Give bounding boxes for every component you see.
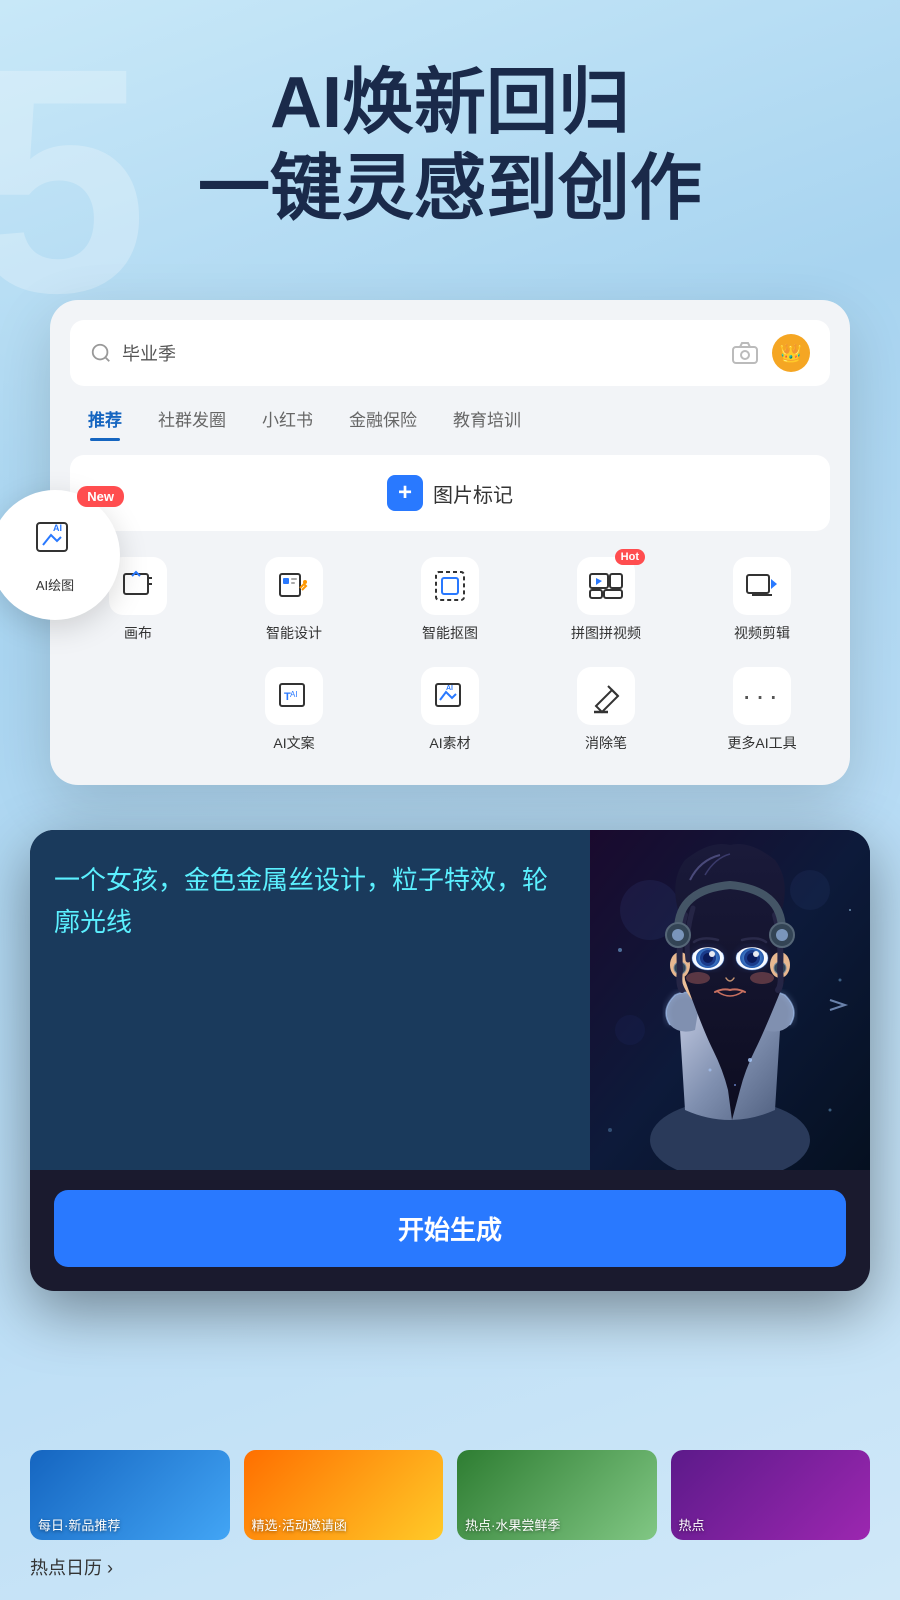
tool-collage-video-label: 拼图拼视频 xyxy=(571,623,641,643)
canvas-icon xyxy=(120,568,156,604)
search-left: 毕业季 xyxy=(90,340,176,366)
image-marker-button[interactable]: + 图片标记 xyxy=(70,455,830,531)
collage-video-icon-box: Hot xyxy=(577,557,635,615)
thumb-new-product[interactable]: 每日·新品推荐 xyxy=(30,1450,230,1540)
tool-smart-cutout-label: 智能抠图 xyxy=(422,623,478,643)
ai-material-icon: AI xyxy=(432,678,468,714)
bottom-thumbnails: 每日·新品推荐 精选·活动邀请函 热点·水果尝鲜季 热点 热点日历 › xyxy=(0,1450,900,1580)
thumb-fruit[interactable]: 热点·水果尝鲜季 xyxy=(457,1450,657,1540)
tool-ai-copywriting-label: AI文案 xyxy=(273,733,314,753)
svg-text:AI: AI xyxy=(446,685,453,692)
tool-ai-material[interactable]: AI AI素材 xyxy=(372,655,528,765)
smart-cutout-icon-box xyxy=(421,557,479,615)
more-ai-icon-box: ··· xyxy=(733,667,791,725)
tool-smart-design-label: 智能设计 xyxy=(266,623,322,643)
tool-ai-material-label: AI素材 xyxy=(429,733,470,753)
tool-smart-design[interactable]: 智能设计 xyxy=(216,545,372,655)
search-icon xyxy=(90,342,112,364)
tool-eraser-label: 消除笔 xyxy=(585,733,627,753)
search-right: 👑 xyxy=(732,334,810,372)
tool-eraser[interactable]: 消除笔 xyxy=(528,655,684,765)
tool-more-ai-label: 更多AI工具 xyxy=(727,733,796,753)
thumb-new-product-label: 每日·新品推荐 xyxy=(38,1515,120,1534)
tools-grid: 画布 智能设计 xyxy=(50,545,850,765)
ai-gen-top: 一个女孩，金色金属丝设计，粒子特效，轮廓光线 xyxy=(30,830,870,1170)
generate-button[interactable]: 开始生成 xyxy=(54,1190,846,1267)
camera-icon[interactable] xyxy=(732,342,758,364)
tool-video-edit-label: 视频剪辑 xyxy=(734,623,790,643)
thumb-hot[interactable]: 热点 xyxy=(671,1450,871,1540)
plus-icon: + xyxy=(387,475,423,511)
tool-canvas-label: 画布 xyxy=(124,623,152,643)
tool-ai-copywriting[interactable]: T AI AI文案 xyxy=(216,655,372,765)
tool-smart-cutout[interactable]: 智能抠图 xyxy=(372,545,528,655)
smart-cutout-icon xyxy=(432,568,468,604)
ai-gen-prompt: 一个女孩，金色金属丝设计，粒子特效，轮廓光线 xyxy=(54,860,566,943)
search-bar[interactable]: 毕业季 👑 xyxy=(70,320,830,386)
search-placeholder: 毕业季 xyxy=(122,340,176,366)
tab-finance[interactable]: 金融保险 xyxy=(331,400,435,441)
tab-xiaohongshu[interactable]: 小红书 xyxy=(244,400,331,441)
hot-date-link[interactable]: 热点日历 › xyxy=(30,1554,870,1580)
image-marker-label: 图片标记 xyxy=(433,479,513,508)
ai-gen-bottom: 开始生成 xyxy=(30,1170,870,1291)
tool-collage-video[interactable]: Hot 拼图拼视频 xyxy=(528,545,684,655)
anime-girl-svg xyxy=(590,830,870,1170)
ai-gen-text-area: 一个女孩，金色金属丝设计，粒子特效，轮廓光线 xyxy=(30,830,590,1170)
hero-title-line1: AI焕新回归 xyxy=(270,63,630,143)
ai-drawing-label: AI绘图 xyxy=(36,575,74,594)
thumb-hot-label: 热点 xyxy=(679,1515,705,1534)
thumb-row: 每日·新品推荐 精选·活动邀请函 热点·水果尝鲜季 热点 xyxy=(30,1450,870,1540)
tool-video-edit[interactable]: 视频剪辑 xyxy=(684,545,840,655)
svg-text:AI: AI xyxy=(53,523,62,533)
smart-design-icon xyxy=(276,568,312,604)
ai-copywriting-icon-box: T AI xyxy=(265,667,323,725)
ai-gen-card: 一个女孩，金色金属丝设计，粒子特效，轮廓光线 xyxy=(30,830,870,1291)
tab-bar: 推荐 社群发圈 小红书 金融保险 教育培训 xyxy=(50,386,850,441)
ai-copywriting-icon: T AI xyxy=(276,678,312,714)
eraser-icon-box xyxy=(577,667,635,725)
app-card: 毕业季 👑 推荐 社群发圈 小红书 金融保险 教育培训 + 图片标记 xyxy=(50,300,850,785)
svg-text:AI: AI xyxy=(290,690,298,699)
tab-recommend[interactable]: 推荐 xyxy=(70,400,140,441)
tab-education[interactable]: 教育培训 xyxy=(435,400,539,441)
hero-section: AI焕新回归 一键灵感到创作 xyxy=(0,60,900,233)
smart-design-icon-box xyxy=(265,557,323,615)
collage-video-icon xyxy=(588,568,624,604)
tool-more-ai[interactable]: ··· 更多AI工具 xyxy=(684,655,840,765)
eraser-icon xyxy=(588,678,624,714)
ai-drawing-icon: AI xyxy=(33,517,77,571)
video-edit-icon-box xyxy=(733,557,791,615)
video-edit-icon xyxy=(744,568,780,604)
thumb-invite-label: 精选·活动邀请函 xyxy=(252,1515,347,1534)
hero-title-line2: 一键灵感到创作 xyxy=(198,149,702,229)
ai-material-icon-box: AI xyxy=(421,667,479,725)
thumb-invite[interactable]: 精选·活动邀请函 xyxy=(244,1450,444,1540)
crown-icon[interactable]: 👑 xyxy=(772,334,810,372)
hot-badge: Hot xyxy=(615,549,645,565)
new-badge: New xyxy=(77,486,124,507)
tab-social[interactable]: 社群发圈 xyxy=(140,400,244,441)
ai-gen-image xyxy=(590,830,870,1170)
thumb-fruit-label: 热点·水果尝鲜季 xyxy=(465,1515,560,1534)
